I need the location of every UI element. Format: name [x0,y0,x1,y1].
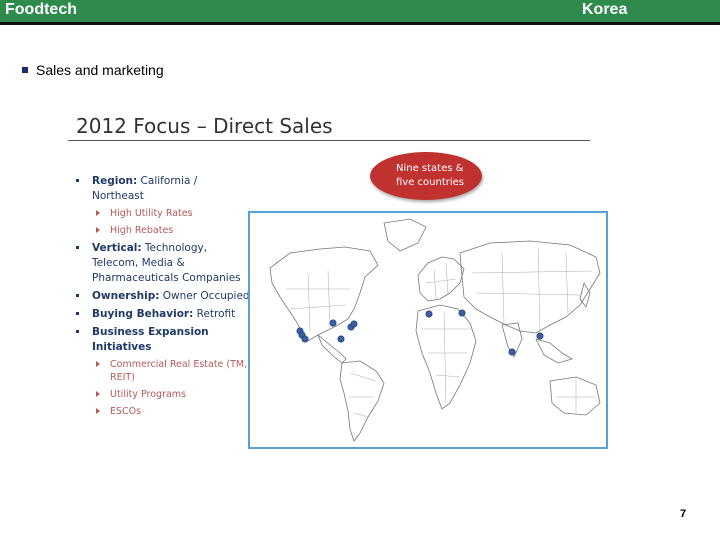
location-marker [425,310,433,318]
bullet-item: Business Expansion Initiatives [72,325,250,355]
triangle-bullet-icon [96,408,100,414]
continent-south-america [339,360,385,442]
sub-bullet-item: High Utility Rates [72,207,250,220]
location-marker [536,332,544,340]
bullet-icon [76,179,79,182]
section-label: Sales and marketing [36,62,164,78]
slide-title: 2012 Focus – Direct Sales [76,114,333,138]
sub-bullet-text: Utility Programs [110,389,186,400]
location-marker [337,335,345,343]
header-right-title: Korea [582,1,628,18]
continent-australia [549,376,601,416]
continent-japan [579,281,591,308]
triangle-bullet-icon [96,391,100,397]
header-left-title: Foodtech [5,1,77,18]
sub-bullet-item: Commercial Real Estate (TM, REIT) [72,358,250,384]
embedded-slide: 2012 Focus – Direct Sales Nine states & … [66,108,612,456]
square-bullet-icon [22,67,28,73]
bullet-icon [76,312,79,315]
location-marker [350,320,358,328]
bullet-icon [76,294,79,297]
bullet-icon [76,246,79,249]
header-bar: Foodtech Korea [0,0,720,25]
continent-southeast-asia [535,338,573,364]
callout-line-2: five countries [396,177,465,188]
world-map-graphic [269,218,601,442]
callout-bubble: Nine states & five countries [370,152,482,200]
sub-bullet-item: High Rebates [72,224,250,237]
location-marker [329,319,337,327]
location-marker [301,335,309,343]
location-marker [508,348,516,356]
section-heading: Sales and marketing [22,62,164,78]
bullet-head: Vertical: [92,242,142,254]
bullet-icon [76,330,79,333]
bullet-head: Region: [92,175,138,187]
triangle-bullet-icon [96,210,100,216]
bullet-list: Region: California / Northeast High Util… [72,174,250,422]
sub-bullet-text: High Utility Rates [110,208,193,219]
continent-north-america [269,246,379,342]
callout-line-1: Nine states & [396,163,464,174]
triangle-bullet-icon [96,227,100,233]
bullet-item: Vertical: Technology, Telecom, Media & P… [72,241,250,286]
triangle-bullet-icon [96,361,100,367]
world-map [248,211,608,449]
bullet-text: Owner Occupied [159,290,250,302]
sub-bullet-item: ESCOs [72,405,250,418]
bullet-head: Buying Behavior: [92,308,194,320]
title-divider [68,140,590,141]
sub-bullet-text: Commercial Real Estate (TM, REIT) [110,359,248,383]
continent-asia [459,240,601,334]
continent-europe [417,256,465,302]
bullet-item: Region: California / Northeast [72,174,250,204]
page-number: 7 [680,508,687,520]
bullet-item: Buying Behavior: Retrofit [72,307,250,322]
bullet-item: Ownership: Owner Occupied [72,289,250,304]
bullet-head: Ownership: [92,290,160,302]
continent-greenland [383,218,427,252]
sub-bullet-item: Utility Programs [72,388,250,401]
bullet-text: Retrofit [193,308,236,320]
location-marker [458,309,466,317]
sub-bullet-text: High Rebates [110,225,174,236]
bullet-head: Business Expansion Initiatives [92,326,209,353]
sub-bullet-text: ESCOs [110,406,142,417]
